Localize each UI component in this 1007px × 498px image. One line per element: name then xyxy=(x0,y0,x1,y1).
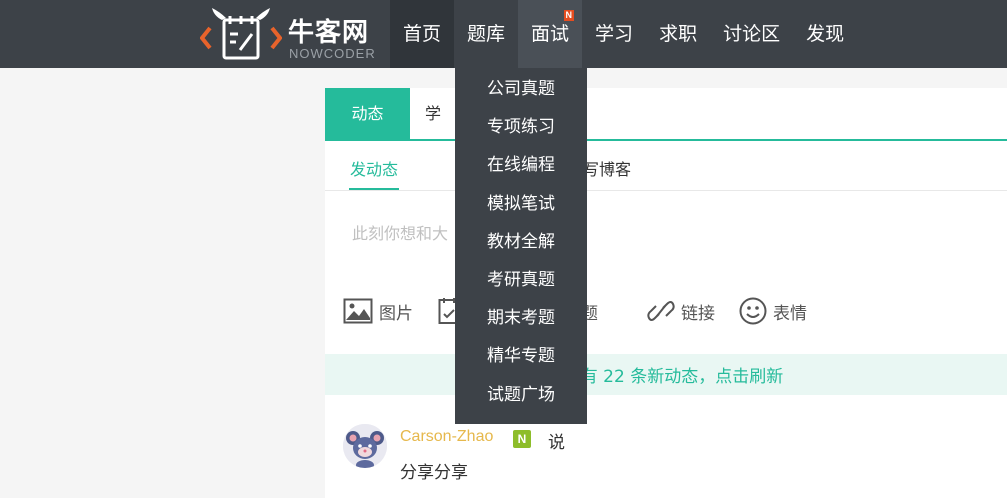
dropdown-item-final-exam[interactable]: 期末考题 xyxy=(455,299,587,337)
emoji-tool-label: 表情 xyxy=(773,303,807,324)
link-tool-button[interactable]: 链接 xyxy=(647,296,715,326)
compose-subtabs: 发动态 写博客 xyxy=(325,150,1007,191)
compose-input[interactable]: 此刻你想和大 xyxy=(352,220,448,244)
link-icon xyxy=(647,301,675,321)
logo-text: 牛客网 xyxy=(288,18,370,48)
nav-item-jobs[interactable]: 求职 xyxy=(646,0,710,68)
nav-item-label: 发现 xyxy=(806,23,845,45)
nav-item-label: 讨论区 xyxy=(723,23,781,45)
dropdown-item-featured-topics[interactable]: 精华专题 xyxy=(455,337,587,375)
image-tool-button[interactable]: 图片 xyxy=(343,296,413,326)
nav-item-home[interactable]: 首页 xyxy=(390,0,455,68)
main-nav: 首页 题库 面试 N 学习 求职 讨论区 发现 xyxy=(390,0,857,68)
feed-post: Carson-Zhao N 说 分享分享 xyxy=(343,424,1003,498)
question-bank-dropdown: 公司真题 专项练习 在线编程 模拟笔试 教材全解 考研真题 期末考题 精华专题 … xyxy=(455,68,587,424)
top-navbar: 牛客网 NOWCODER 首页 题库 面试 N 学习 求职 讨论区 发现 xyxy=(0,0,1007,68)
tab-dynamics[interactable]: 动态 xyxy=(325,88,410,139)
post-username[interactable]: Carson-Zhao xyxy=(400,428,493,446)
dropdown-item-topic-practice[interactable]: 专项练习 xyxy=(455,108,587,146)
dropdown-item-grad-exam[interactable]: 考研真题 xyxy=(455,261,587,299)
refresh-text: 有 22 条新动态，点击刷新 xyxy=(580,367,784,387)
nav-item-label: 题库 xyxy=(467,23,506,45)
level-badge: N xyxy=(513,430,531,448)
site-logo[interactable]: 牛客网 NOWCODER xyxy=(200,6,390,64)
image-icon xyxy=(343,298,373,324)
mouse-avatar-icon xyxy=(343,424,387,468)
dropdown-item-textbook-solutions[interactable]: 教材全解 xyxy=(455,223,587,261)
dropdown-item-company-questions[interactable]: 公司真题 xyxy=(455,70,587,108)
new-badge: N xyxy=(563,10,575,21)
compose-toolbar: 图片 题 链接 表情 xyxy=(343,296,1003,326)
dropdown-item-question-plaza[interactable]: 试题广场 xyxy=(455,376,587,414)
nav-item-question-bank[interactable]: 题库 xyxy=(454,0,518,68)
nav-item-label: 面试 xyxy=(531,23,570,45)
post-verb: 说 xyxy=(548,433,565,453)
nav-item-label: 学习 xyxy=(595,23,634,45)
avatar[interactable] xyxy=(343,424,387,468)
emoji-icon xyxy=(739,297,767,325)
emoji-tool-button[interactable]: 表情 xyxy=(739,296,807,326)
nav-item-interview[interactable]: 面试 N xyxy=(518,0,583,68)
feed-card: 动态 学 发动态 写博客 此刻你想和大 图片 题 链接 表情 有 22 条新动态… xyxy=(325,88,1007,498)
nav-item-label: 求职 xyxy=(659,23,698,45)
dropdown-item-mock-exam[interactable]: 模拟笔试 xyxy=(455,185,587,223)
subtab-write-blog[interactable]: 写博客 xyxy=(583,158,631,190)
nav-item-discover[interactable]: 发现 xyxy=(793,0,857,68)
nav-item-label: 首页 xyxy=(403,23,442,45)
feed-tabs: 动态 学 xyxy=(325,88,1007,141)
link-tool-label: 链接 xyxy=(681,303,715,324)
refresh-banner[interactable]: 有 22 条新动态，点击刷新 xyxy=(325,354,1007,395)
logo-subtext: NOWCODER xyxy=(289,46,376,61)
subtab-post-dynamic[interactable]: 发动态 xyxy=(349,158,400,190)
nav-item-discussion[interactable]: 讨论区 xyxy=(710,0,793,68)
post-content: 分享分享 xyxy=(400,463,468,483)
dropdown-item-online-coding[interactable]: 在线编程 xyxy=(455,146,587,184)
nav-item-learn[interactable]: 学习 xyxy=(582,0,646,68)
image-tool-label: 图片 xyxy=(379,303,413,324)
nowcoder-logo-icon xyxy=(200,8,282,60)
